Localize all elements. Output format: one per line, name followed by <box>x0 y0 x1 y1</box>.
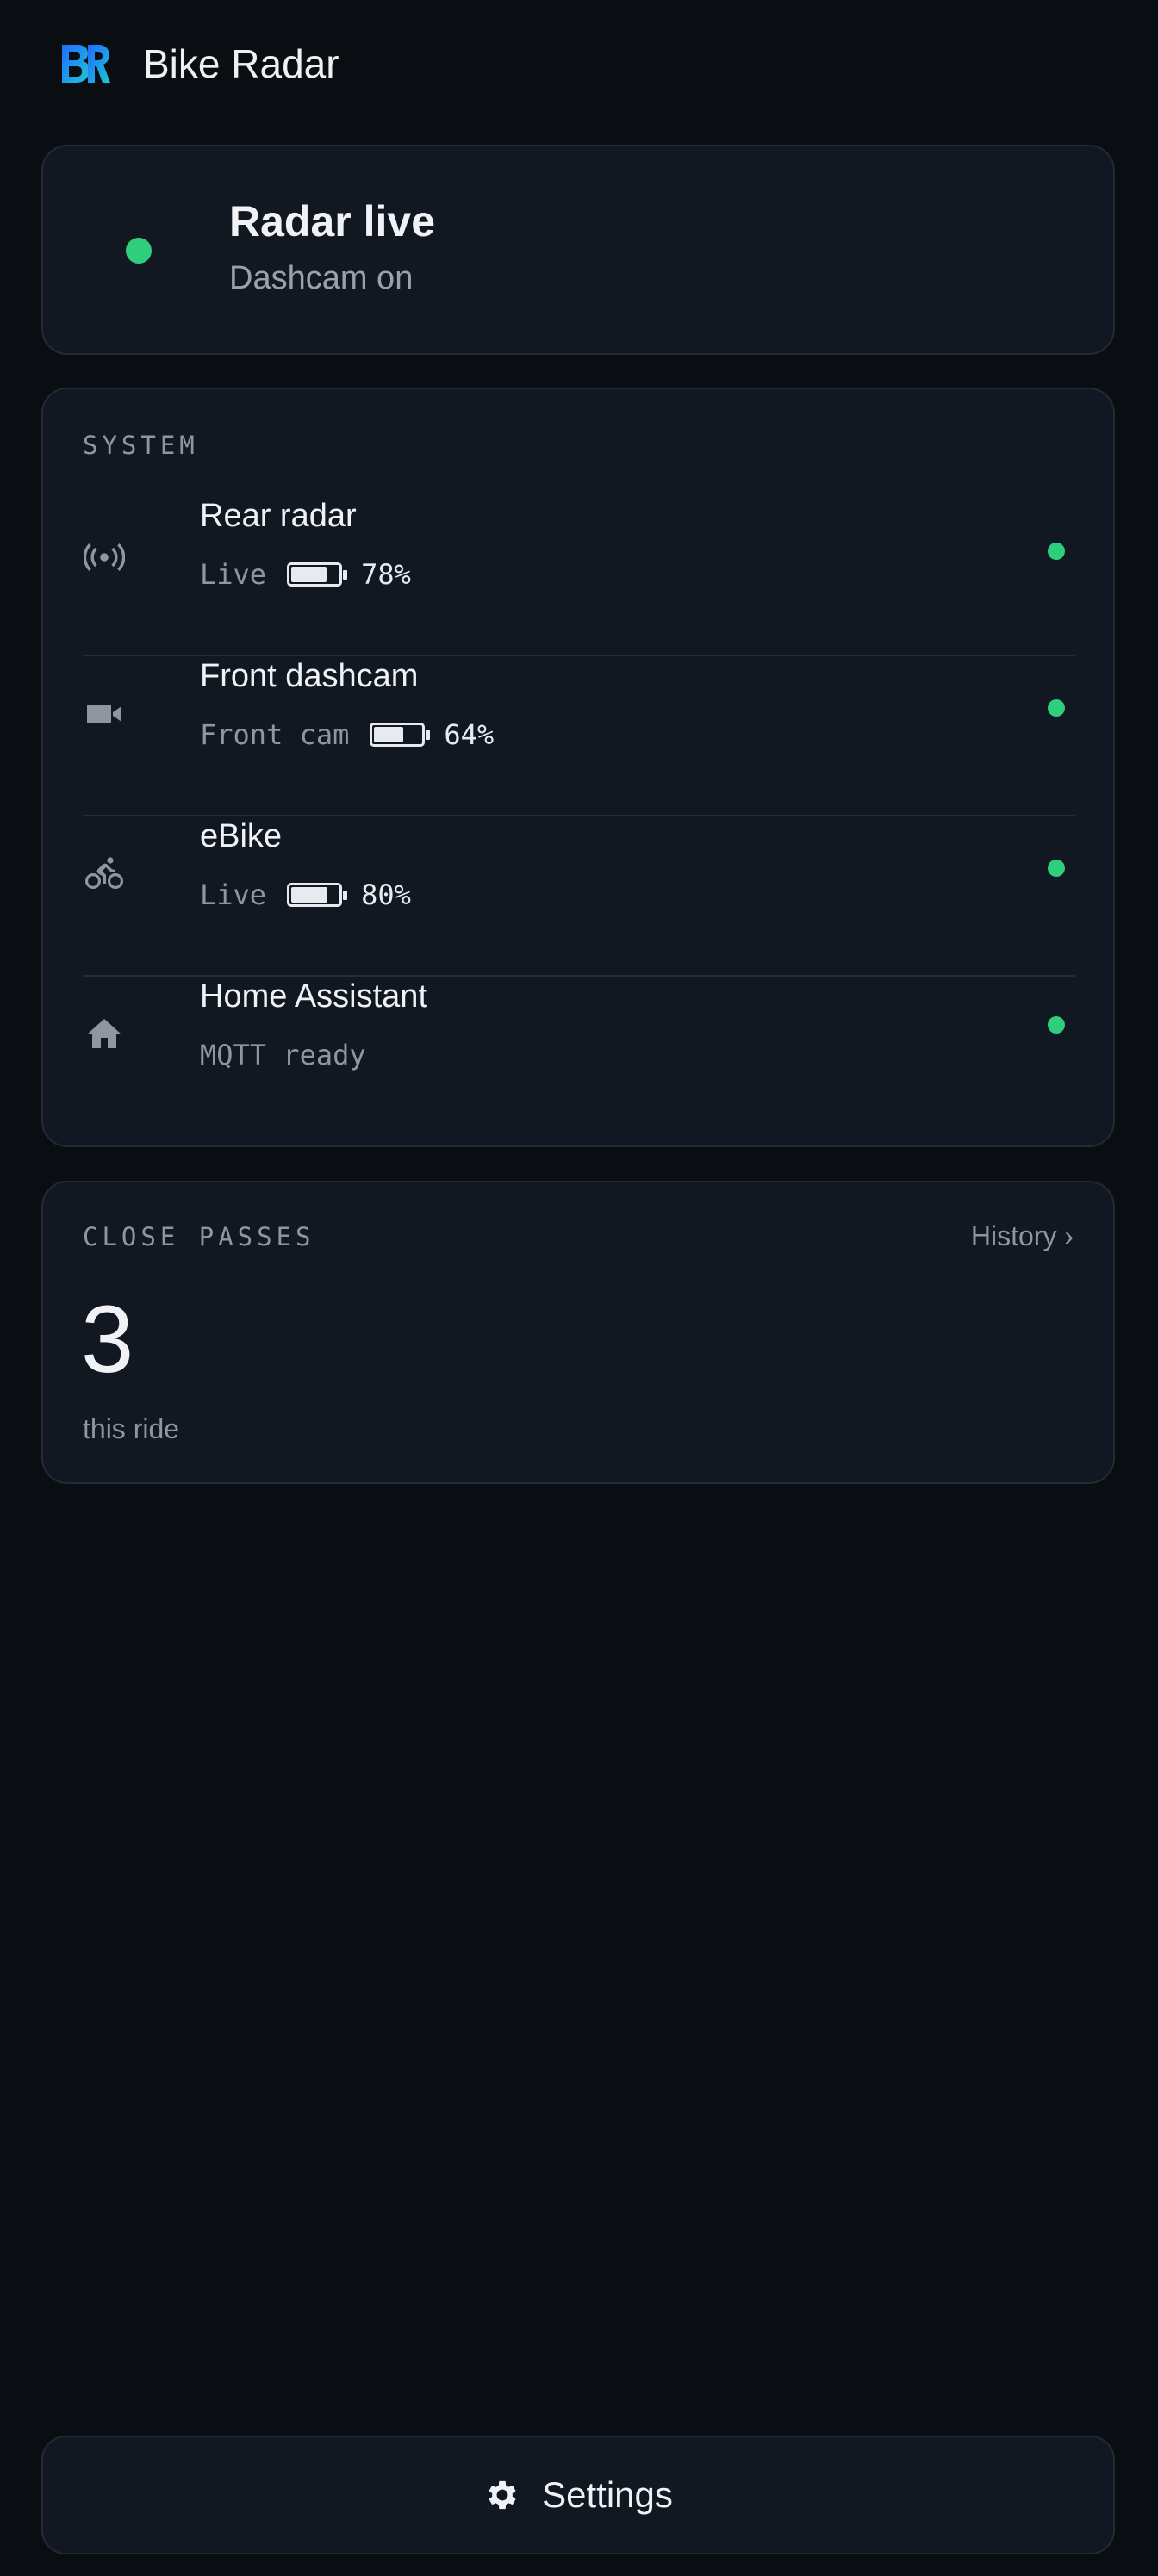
status-title: Radar live <box>229 197 436 245</box>
system-item-front-dashcam[interactable]: Front dashcam Front cam 64% <box>83 651 1075 772</box>
system-item-title: eBike <box>200 818 283 854</box>
battery-icon <box>287 883 348 907</box>
battery-fill <box>291 887 328 903</box>
close-passes-card: CLOSE PASSES History › 3 this ride <box>41 1181 1115 1484</box>
close-passes-caption: this ride <box>83 1413 180 1444</box>
br-logo-icon <box>62 45 110 83</box>
system-item-ebike[interactable]: eBike Live 80% <box>83 811 1075 932</box>
settings-label: Settings <box>542 2474 673 2515</box>
close-passes-count: 3 <box>81 1287 134 1393</box>
status-subtitle: Dashcam on <box>229 260 414 296</box>
status-dot <box>1048 860 1065 877</box>
camera-icon <box>83 692 126 736</box>
battery-percent: 64% <box>444 718 495 751</box>
battery-fill <box>374 727 403 742</box>
system-item-meta: MQTT ready <box>200 1039 366 1071</box>
system-item-meta: Live <box>200 878 267 911</box>
battery-icon <box>287 562 348 587</box>
system-card: SYSTEM Rear radar Live 78% Front dashcam… <box>41 388 1115 1147</box>
close-passes-label: CLOSE PASSES <box>83 1222 315 1251</box>
settings-button[interactable]: Settings <box>41 2436 1115 2554</box>
status-dot <box>1048 543 1065 560</box>
status-dot <box>1048 699 1065 717</box>
system-item-rear-radar[interactable]: Rear radar Live 78% <box>83 491 1075 611</box>
system-section-label: SYSTEM <box>83 431 199 460</box>
status-indicator-dot <box>126 238 152 264</box>
status-dot <box>1048 1016 1065 1034</box>
system-item-title: Home Assistant <box>200 978 427 1015</box>
radar-icon <box>83 536 126 579</box>
gear-icon <box>489 2480 516 2510</box>
system-item-meta: Live <box>200 558 267 591</box>
app-title: Bike Radar <box>143 41 339 86</box>
home-icon <box>83 1013 126 1056</box>
history-link[interactable]: History › <box>971 1220 1074 1252</box>
battery-percent: 80% <box>361 878 411 911</box>
system-item-home-assistant[interactable]: Home Assistant MQTT ready <box>83 971 1075 1109</box>
battery-icon <box>370 723 431 747</box>
system-item-title: Front dashcam <box>200 658 419 694</box>
battery-fill <box>291 567 327 582</box>
bicycle-icon <box>83 853 126 896</box>
system-item-meta: Front cam <box>200 718 350 751</box>
radar-status-card: Radar live Dashcam on <box>41 145 1115 355</box>
system-item-title: Rear radar <box>200 498 357 534</box>
battery-percent: 78% <box>361 558 411 591</box>
app-header: Bike Radar <box>60 38 339 90</box>
